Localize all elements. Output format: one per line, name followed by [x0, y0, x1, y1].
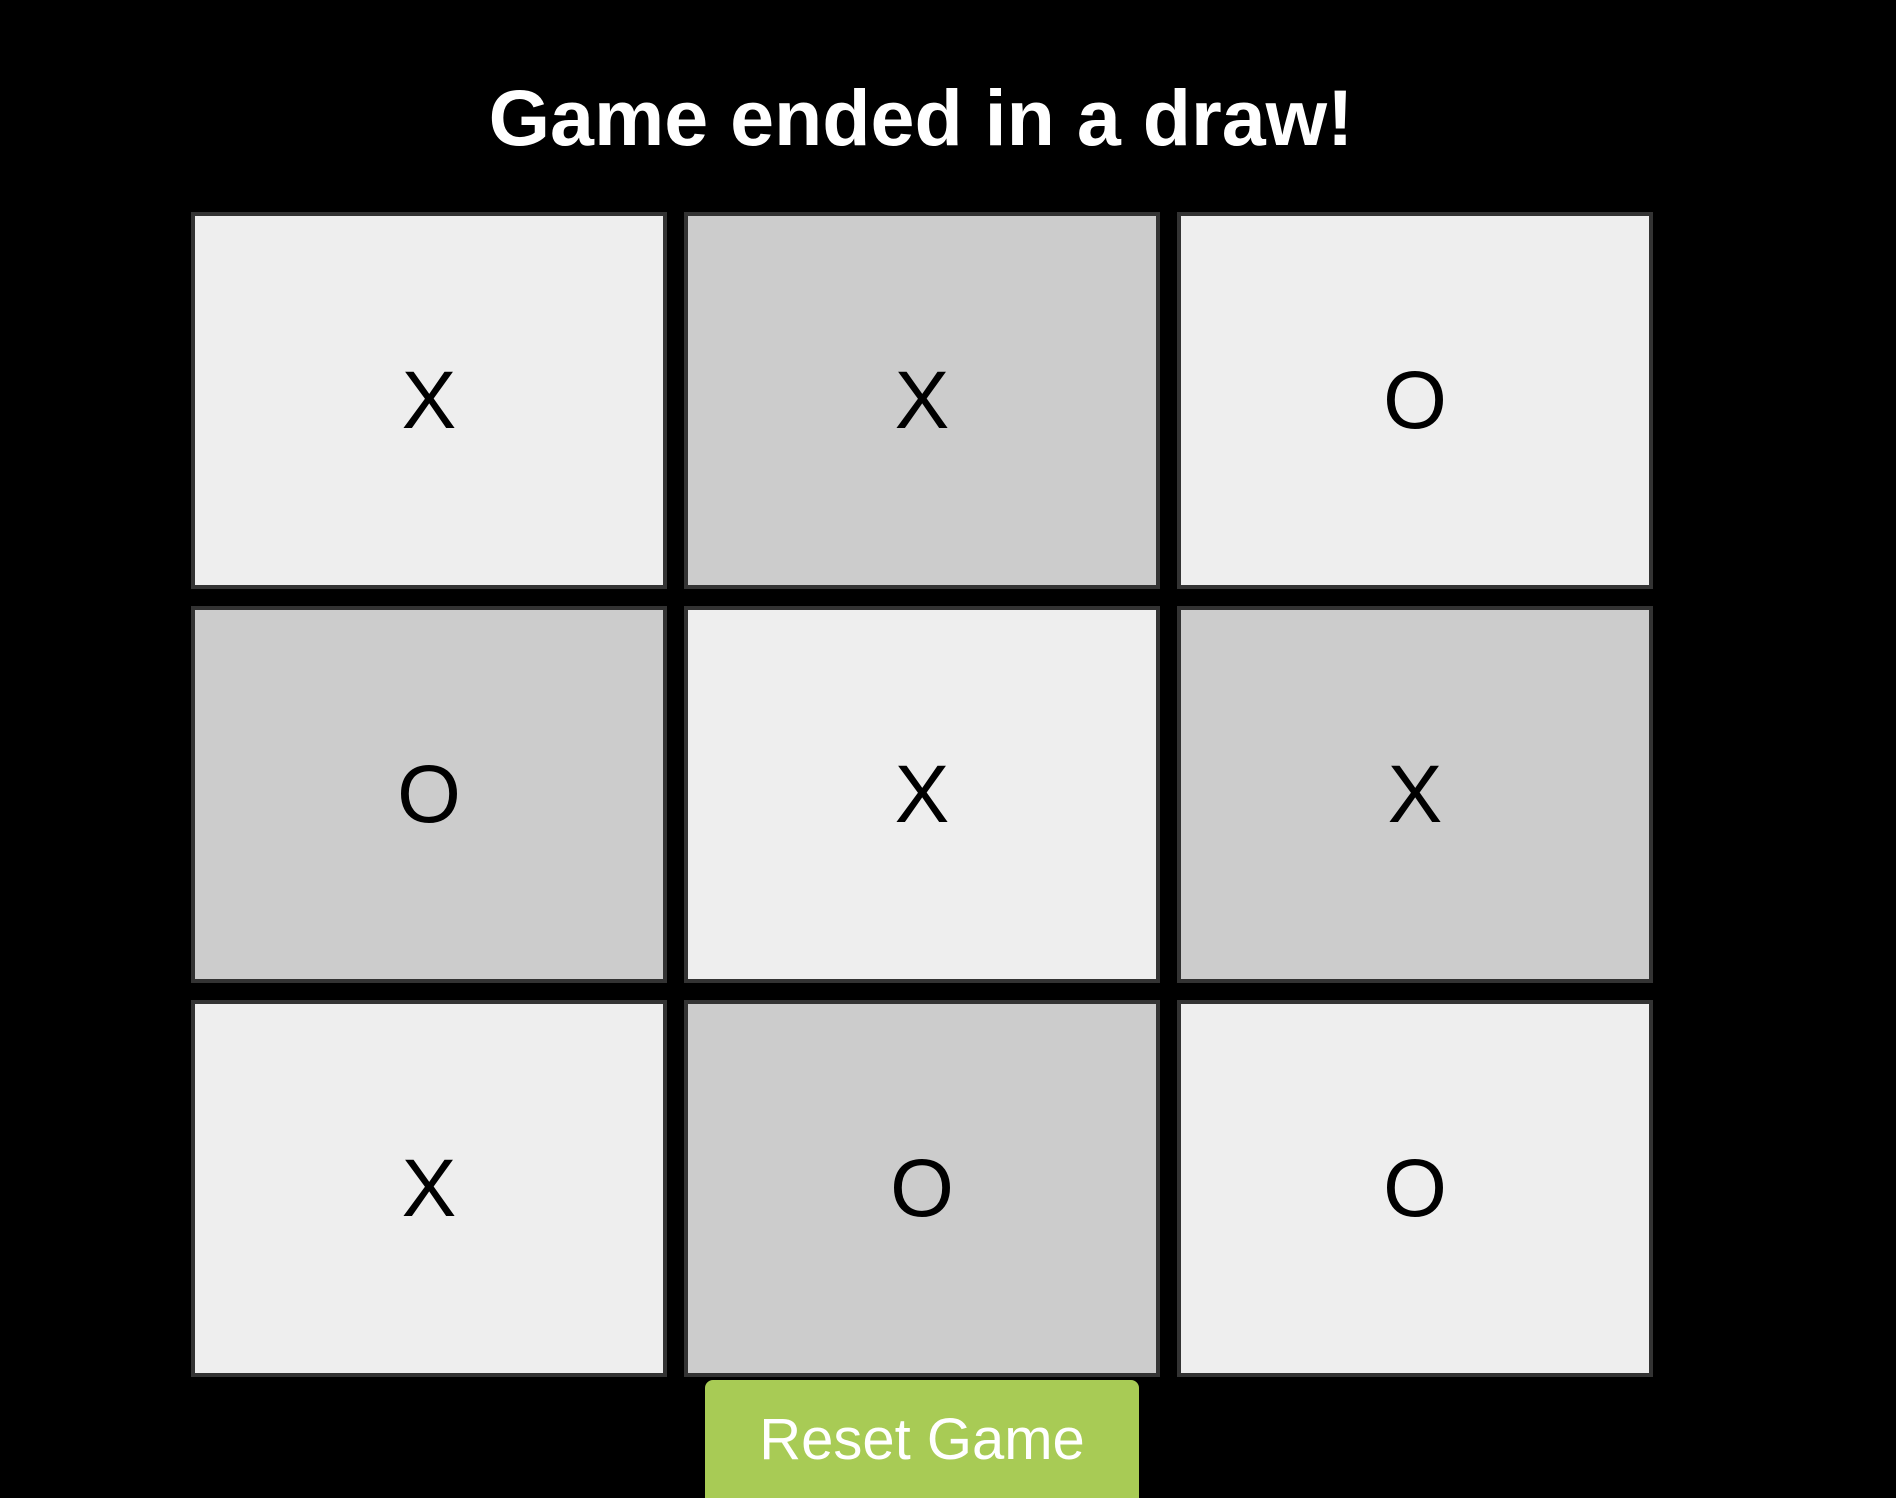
board-cell-r3c2[interactable]: O — [684, 1000, 1160, 1377]
reset-game-button[interactable]: Reset Game — [705, 1380, 1139, 1498]
board-cell-r3c3[interactable]: O — [1177, 1000, 1653, 1377]
board-cell-r3c1[interactable]: X — [191, 1000, 667, 1377]
board-cell-r2c2[interactable]: X — [684, 606, 1160, 983]
board-cell-r1c2[interactable]: X — [684, 212, 1160, 589]
game-screen: Game ended in a draw! X X O O X X X O O … — [0, 0, 1896, 1498]
board-cell-r1c1[interactable]: X — [191, 212, 667, 589]
board-cell-r2c1[interactable]: O — [191, 606, 667, 983]
tic-tac-toe-board: X X O O X X X O O — [191, 212, 1653, 1380]
board-cell-r1c3[interactable]: O — [1177, 212, 1653, 589]
game-status-message: Game ended in a draw! — [488, 73, 1354, 162]
board-cell-r2c3[interactable]: X — [1177, 606, 1653, 983]
